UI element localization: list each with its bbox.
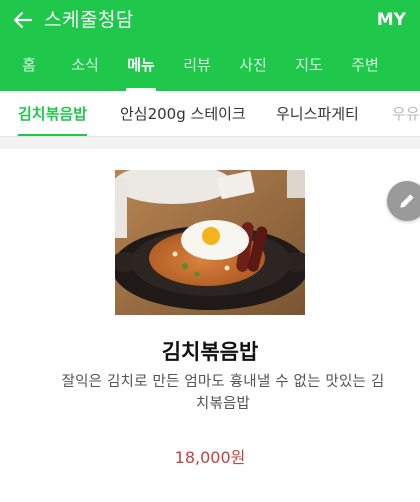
edit-button[interactable] [387, 181, 420, 221]
menu-tab-kimchi-fried-rice[interactable]: 김치볶음밥 [18, 91, 88, 136]
section-divider [0, 137, 420, 149]
my-button[interactable]: MY [377, 0, 406, 40]
tab-news[interactable]: 소식 [58, 40, 112, 91]
tab-home[interactable]: 홈 [2, 40, 56, 91]
app-header: 스케줄청담 MY [0, 0, 420, 40]
menu-item-name: 김치볶음밥 [161, 340, 259, 364]
tab-nearby[interactable]: 주변 [338, 40, 392, 91]
menu-tab-steak[interactable]: 안심200g 스테이크 [120, 91, 246, 136]
menu-item-tabs: 김치볶음밥 안심200g 스테이크 우니스파게티 우유 [0, 91, 420, 137]
pencil-icon [400, 194, 414, 208]
back-arrow-icon [13, 11, 33, 29]
tab-map[interactable]: 지도 [282, 40, 336, 91]
back-button[interactable] [4, 0, 42, 40]
menu-item-description: 잘익은 김치로 만든 엄마도 흉내낼 수 없는 맛있는 김치볶음밥 [61, 374, 385, 412]
menu-tab-uni-spaghetti[interactable]: 우니스파게티 [276, 91, 359, 136]
tab-menu[interactable]: 메뉴 [114, 40, 168, 91]
main-tabs: 홈 소식 메뉴 리뷰 사진 지도 주변 [0, 40, 420, 91]
tab-reviews[interactable]: 리뷰 [170, 40, 224, 91]
page-title: 스케줄청담 [44, 9, 134, 31]
tab-photos[interactable]: 사진 [226, 40, 280, 91]
menu-item-photo[interactable] [115, 170, 305, 315]
menu-item-price: 18,000원 [174, 448, 246, 467]
menu-tab-more[interactable]: 우유 [392, 91, 420, 136]
